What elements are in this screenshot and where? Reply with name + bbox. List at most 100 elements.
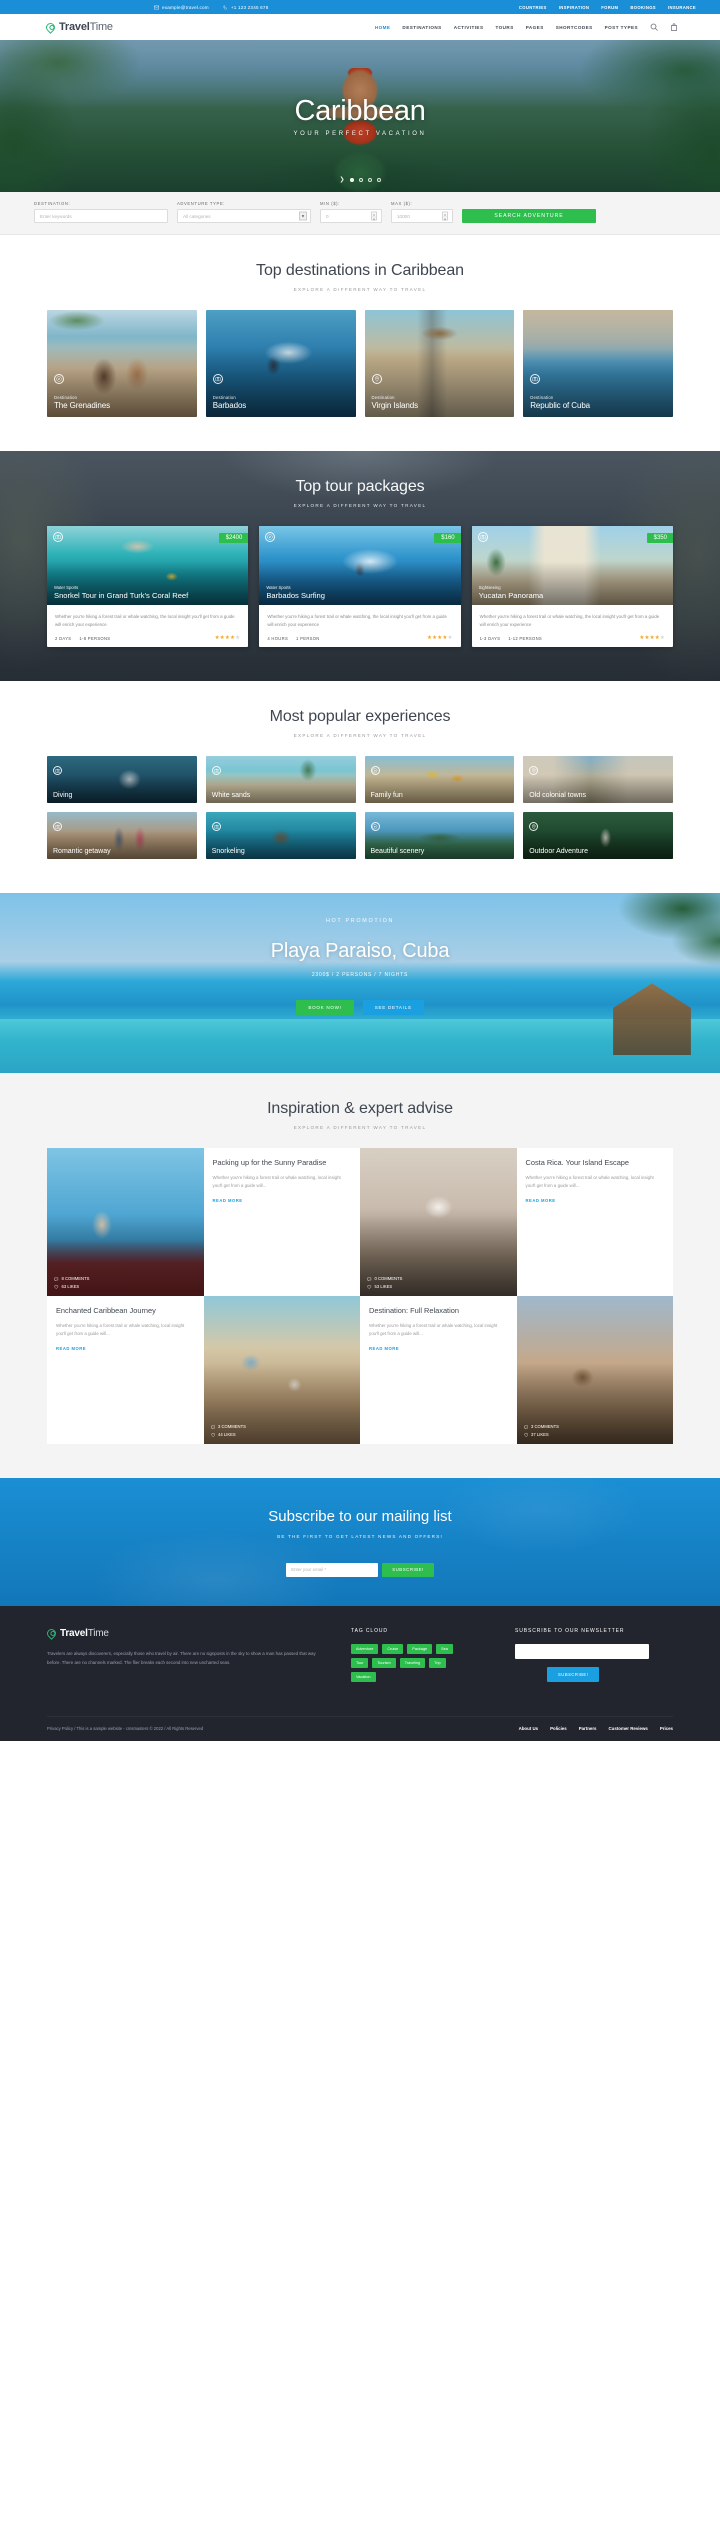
max-price-input[interactable]: 10000 ▲ ▼ (391, 209, 453, 223)
topbar-link-insurance[interactable]: INSURANCE (668, 5, 696, 10)
newsletter-subscribe-button[interactable]: SUBSCRIBE! (547, 1667, 600, 1683)
min-price-stepper[interactable]: ▲ ▼ (371, 211, 377, 222)
read-more-link[interactable]: READ MORE (526, 1198, 665, 1203)
read-more-link[interactable]: READ MORE (213, 1198, 352, 1203)
footer-navigation: About Us Policies Partners Customer Revi… (519, 1726, 673, 1731)
see-details-button[interactable]: SEE DETAILS (362, 1000, 424, 1016)
destination-card[interactable]: Destination The Grenadines (47, 310, 197, 417)
max-price-stepper[interactable]: ▲ ▼ (442, 211, 448, 222)
topbar-link-forum[interactable]: FORUM (601, 5, 618, 10)
experience-card[interactable]: Family fun (364, 756, 515, 804)
tag-traveling[interactable]: Traveling (399, 1658, 426, 1669)
experience-card[interactable]: Outdoor Adventure (523, 812, 673, 860)
read-more-link[interactable]: READ MORE (56, 1346, 195, 1351)
experience-name: Diving (53, 792, 73, 800)
nav-item-shortcodes[interactable]: SHORTCODES (556, 25, 593, 30)
read-more-link[interactable]: READ MORE (369, 1346, 508, 1351)
stepper-down-icon[interactable]: ▼ (372, 218, 376, 222)
adventure-type-select[interactable]: All categories ▼ (177, 209, 311, 223)
experience-name: Snorkeling (211, 848, 245, 856)
footer-link-partners[interactable]: Partners (579, 1726, 597, 1731)
tour-card[interactable]: $2400 Water Sports Snorkel Tour in Grand… (47, 526, 249, 648)
hero-title: Caribbean (294, 95, 426, 127)
experience-card[interactable]: Snorkeling (205, 812, 356, 860)
destination-card[interactable]: Destination Republic of Cuba (523, 310, 673, 417)
blog-thumbnail[interactable]: 8 COMMENTS 63 LIKES (47, 1148, 204, 1297)
top-destinations-section: Top destinations in Caribbean EXPLORE A … (0, 235, 720, 451)
nav-item-destinations[interactable]: DESTINATIONS (402, 25, 441, 30)
phone-contact[interactable]: +1 123 2345 678 (223, 5, 269, 10)
tag-tourism[interactable]: Tourism (372, 1658, 396, 1669)
hero-prev-arrow[interactable]: ❯ (339, 176, 344, 183)
destination-input[interactable]: Enter keywords (34, 209, 168, 223)
hero-dot-3[interactable] (367, 177, 372, 182)
hero-subtitle: YOUR PERFECT VACATION (293, 131, 427, 138)
topbar-link-inspiration[interactable]: INSPIRATION (559, 5, 590, 10)
blog-thumbnail[interactable]: 3 COMMENTS 44 LIKES (203, 1296, 360, 1445)
comments-stat: 3 COMMENTS (523, 1424, 559, 1429)
subscribe-button[interactable]: SUBSCRIBE! (382, 1562, 434, 1577)
site-logo[interactable]: TravelTime (44, 20, 113, 34)
hero-dot-4[interactable] (376, 177, 381, 182)
shopping-bag-icon[interactable] (670, 23, 678, 31)
topbar-link-countries[interactable]: COUNTRIES (519, 5, 547, 10)
experience-card[interactable]: Beautiful scenery (364, 812, 515, 860)
stepper-down-icon[interactable]: ▼ (443, 218, 447, 222)
tour-card[interactable]: $350 Sightseeing Yucatan Panorama Whethe… (471, 526, 673, 648)
footer-link-prices[interactable]: Prices (660, 1726, 673, 1731)
footer-link-policies[interactable]: Policies (550, 1726, 567, 1731)
nav-item-home[interactable]: HOME (375, 25, 391, 30)
nav-item-post-types[interactable]: POST TYPES (605, 25, 638, 30)
experience-card[interactable]: Old colonial towns (523, 756, 673, 804)
email-contact[interactable]: example@travel.com (154, 5, 209, 10)
blog-thumbnail[interactable]: 3 COMMENTS 37 LIKES (516, 1296, 673, 1445)
tour-card[interactable]: $160 Water Sports Barbados Surfing Wheth… (259, 526, 461, 648)
search-icon[interactable] (650, 23, 658, 31)
adventure-type-label: ADVENTURE TYPE: (177, 201, 226, 206)
tag-sea[interactable]: Sea (436, 1644, 453, 1655)
min-price-input[interactable]: 0 ▲ ▼ (320, 209, 382, 223)
footer-link-customer-reviews[interactable]: Customer Reviews (609, 1726, 648, 1731)
tag-cruise[interactable]: Cruise (382, 1644, 404, 1655)
experience-name: Beautiful scenery (370, 848, 425, 856)
tag-package[interactable]: Package (407, 1644, 433, 1655)
experience-card[interactable]: Diving (47, 756, 197, 804)
nav-item-tours[interactable]: TOURS (495, 25, 513, 30)
hero-dot-2[interactable] (358, 177, 363, 182)
experience-card[interactable]: White sands (205, 756, 356, 804)
tag-vacation[interactable]: Vacation (351, 1672, 376, 1683)
destination-kicker: Destination (212, 395, 236, 400)
destination-meta: Destination Virgin Islands (372, 395, 419, 410)
nav-item-activities[interactable]: ACTIVITIES (454, 25, 484, 30)
blog-post-card[interactable]: Destination: Full Relaxation Whether you… (360, 1296, 517, 1445)
search-adventure-button[interactable]: SEARCH ADVENTURE (462, 209, 596, 223)
tour-duration: 4 HOURS (267, 635, 289, 641)
experiences-title: Most popular experiences (269, 708, 451, 726)
blog-post-card[interactable]: Packing up for the Sunny Paradise Whethe… (203, 1148, 360, 1297)
chevron-down-icon[interactable]: ▼ (299, 211, 307, 221)
tag-adventure[interactable]: Adventure (351, 1644, 379, 1655)
destination-card[interactable]: Destination Barbados (205, 310, 356, 417)
book-now-button[interactable]: BOOK NOW! (296, 1000, 354, 1016)
footer-logo[interactable]: TravelTime (45, 1627, 337, 1641)
nav-item-pages[interactable]: PAGES (526, 25, 544, 30)
comment-icon (54, 1277, 59, 1282)
likes-stat: 63 LIKES (54, 1284, 89, 1289)
experience-card[interactable]: Romantic getaway (47, 812, 197, 860)
blog-post-excerpt: Whether you're hiking a forest trail or … (212, 1175, 341, 1188)
tag-trip[interactable]: Trip (429, 1658, 446, 1669)
star-empty-icon: ★ (659, 635, 665, 642)
tag-tour[interactable]: Tour (351, 1658, 369, 1669)
tour-thumbnail: $160 Water Sports Barbados Surfing (259, 526, 461, 605)
footer-link-about-us[interactable]: About Us (519, 1726, 539, 1731)
topbar-link-bookings[interactable]: BOOKINGS (630, 5, 656, 10)
tour-meta: Water Sports Barbados Surfing (266, 585, 325, 600)
blog-thumbnail[interactable]: 0 COMMENTS 53 LIKES (360, 1148, 517, 1297)
footer-logo-light: Time (87, 1628, 109, 1640)
newsletter-email-input[interactable] (515, 1644, 649, 1660)
hero-dot-1[interactable] (349, 177, 354, 182)
subscribe-email-input[interactable]: Enter your email * (286, 1562, 379, 1577)
blog-post-card[interactable]: Enchanted Caribbean Journey Whether you'… (47, 1296, 204, 1445)
blog-post-card[interactable]: Costa Rica. Your Island Escape Whether y… (516, 1148, 673, 1297)
destination-card[interactable]: Destination Virgin Islands (364, 310, 515, 417)
